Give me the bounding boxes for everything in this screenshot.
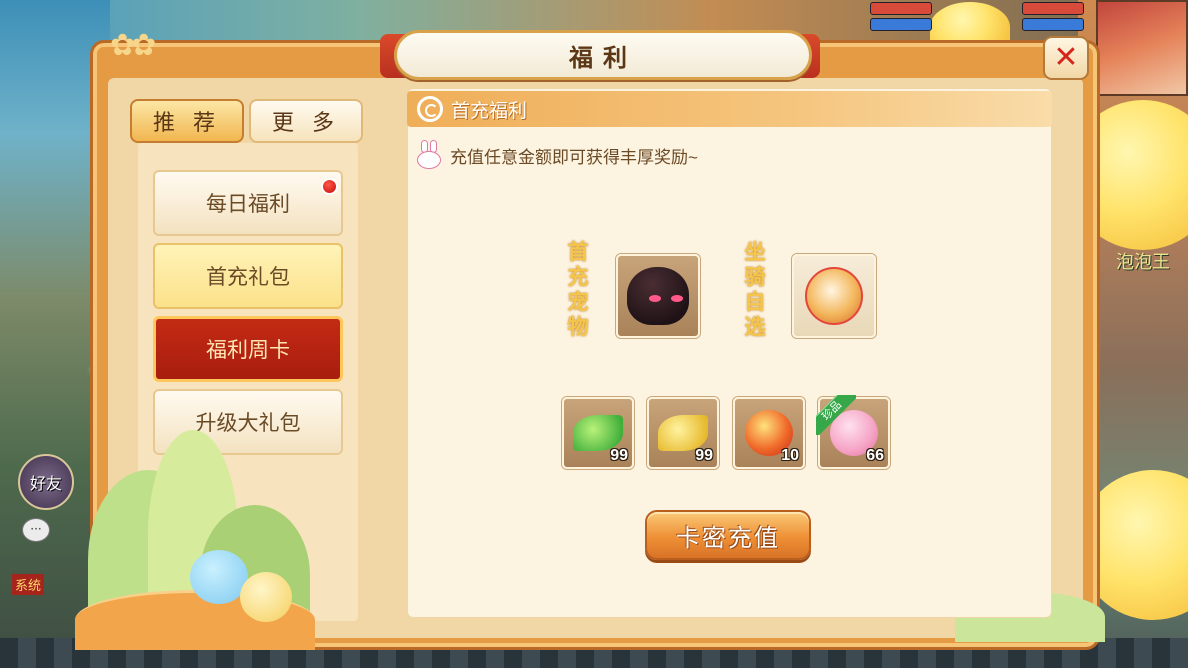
system-tag: 系统 xyxy=(12,574,45,595)
section-title: 首充福利 xyxy=(451,100,528,122)
label-char: 选 xyxy=(744,316,766,339)
tab-recommend[interactable]: 推 荐 xyxy=(130,99,244,143)
card-recharge-button[interactable]: 卡密充值 xyxy=(645,510,811,560)
sidebar-item-first-recharge-pack[interactable]: 首充礼包 xyxy=(153,243,343,309)
hp-bar xyxy=(870,2,932,15)
player-avatar[interactable] xyxy=(1096,0,1188,96)
sidebar-item-daily-welfare[interactable]: 每日福利 xyxy=(153,170,343,236)
label-char: 骑 xyxy=(744,266,766,289)
title-plate: 福利 xyxy=(394,30,812,80)
green-leaf-icon xyxy=(573,415,623,451)
section-header: 首充福利 xyxy=(407,91,1052,127)
rare-tag: 珍品 xyxy=(816,395,856,435)
gold-leaf-icon xyxy=(658,415,708,451)
item-count: 99 xyxy=(695,447,713,464)
hud-stat-bars xyxy=(870,2,932,32)
tab-more[interactable]: 更 多 xyxy=(249,99,363,143)
mp-bar xyxy=(870,18,932,31)
reward-item-slot[interactable]: 10 xyxy=(733,397,805,469)
reward-item-slot[interactable]: 99 xyxy=(647,397,719,469)
close-button[interactable]: ✕ xyxy=(1043,36,1089,80)
recharge-button-label: 卡密充值 xyxy=(676,524,780,552)
sidebar-item-label: 每日福利 xyxy=(206,193,290,216)
rabbit-icon xyxy=(416,140,442,170)
first-recharge-pet-label: 首 充 宠 物 xyxy=(564,240,592,340)
pet-reward-slot[interactable] xyxy=(616,254,700,338)
label-char: 物 xyxy=(567,316,589,339)
sidebar-item-weekly-card[interactable]: 福利周卡 xyxy=(153,316,343,382)
notice-text: 充值任意金额即可获得丰厚奖励~ xyxy=(450,147,698,167)
notice-line: 充值任意金额即可获得丰厚奖励~ xyxy=(416,138,698,172)
black-cat-pet-icon xyxy=(627,267,689,325)
label-char: 充 xyxy=(567,266,589,289)
mp-bar xyxy=(1022,18,1084,31)
yellow-chick-mascot-icon xyxy=(240,572,292,622)
label-char: 宠 xyxy=(567,291,589,314)
reward-item-slot[interactable]: 99 xyxy=(562,397,634,469)
label-char: 首 xyxy=(567,241,589,264)
label-char: 自 xyxy=(744,291,766,314)
chat-icon[interactable]: ··· xyxy=(22,518,50,542)
swirl-icon xyxy=(417,96,443,122)
sidebar-item-label: 首充礼包 xyxy=(206,266,290,289)
page-title: 福利 xyxy=(569,44,637,72)
hud-stat-bars xyxy=(1022,2,1084,32)
map-label: 泡泡王 xyxy=(1116,252,1170,272)
rare-label: 珍品 xyxy=(816,395,856,435)
label-char: 坐 xyxy=(744,241,766,264)
mount-choice-label: 坐 骑 自 选 xyxy=(741,240,769,340)
item-count: 99 xyxy=(610,447,628,464)
friend-button[interactable]: 好友 xyxy=(18,454,74,510)
plum-blossom-icon: ✿✿ xyxy=(110,28,156,63)
lucky-bag-icon xyxy=(805,267,863,325)
sidebar-item-label: 福利周卡 xyxy=(206,339,290,362)
item-count: 66 xyxy=(866,447,884,464)
hp-bar xyxy=(1022,2,1084,15)
notification-dot xyxy=(321,178,338,195)
item-count: 10 xyxy=(781,447,799,464)
mount-reward-slot[interactable] xyxy=(792,254,876,338)
close-icon: ✕ xyxy=(1053,40,1079,75)
reward-item-slot[interactable]: 珍品 66 xyxy=(816,395,890,469)
sidebar-item-label: 升级大礼包 xyxy=(195,412,301,435)
